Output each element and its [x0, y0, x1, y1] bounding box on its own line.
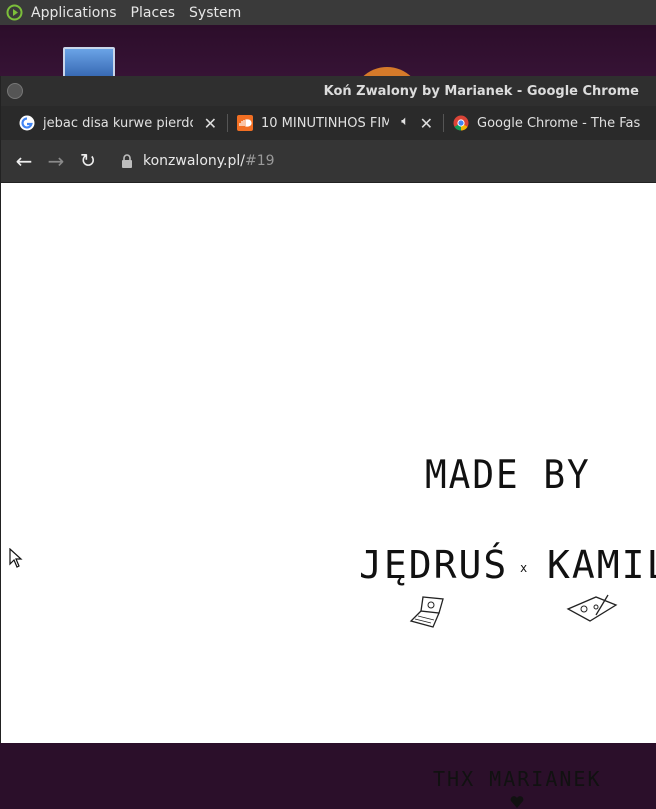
tab-separator — [227, 114, 228, 132]
tab-soundcloud[interactable]: 10 MINUTINHOS FIM D 🔈︎ ✕ — [237, 106, 441, 140]
author-name-right: KAMIL — [547, 543, 656, 587]
browser-toolbar: ← → ↻ konzwalony.pl/#19 — [1, 140, 656, 183]
tab-label: jebac disa kurwe pierdolo — [43, 115, 193, 131]
window-titlebar[interactable]: Koń Zwalony by Marianek - Google Chrome — [1, 76, 656, 106]
gnome-foot-icon[interactable] — [6, 4, 23, 21]
menu-places[interactable]: Places — [131, 5, 176, 21]
reload-icon[interactable]: ↻ — [77, 150, 99, 172]
mouse-pointer-icon — [9, 548, 23, 568]
page-content: MADE BY JĘDRUŚ x KAMIL THX MARIANEK — [1, 183, 656, 808]
tab-strip: jebac disa kurwe pierdolo ✕ 10 MINUTINHO… — [1, 106, 656, 140]
gamepad-sketch-icon — [566, 594, 618, 622]
menu-system[interactable]: System — [189, 5, 241, 21]
menu-applications[interactable]: Applications — [31, 5, 117, 21]
tab-label: Google Chrome - The Fas — [477, 115, 641, 131]
thanks-text: THX MARIANEK — [433, 767, 602, 791]
made-by-heading: MADE BY — [425, 452, 591, 499]
tab-chrome[interactable]: Google Chrome - The Fas — [453, 106, 656, 140]
tab-separator — [443, 114, 444, 132]
tab-jebac[interactable]: jebac disa kurwe pierdolo ✕ — [19, 106, 225, 140]
top-panel: Applications Places System — [0, 0, 656, 25]
url-hash: #19 — [245, 153, 275, 169]
window-title: Koń Zwalony by Marianek - Google Chrome — [323, 84, 639, 99]
address-bar[interactable]: konzwalony.pl/#19 — [113, 148, 656, 174]
url-domain: konzwalony.pl/ — [143, 153, 245, 169]
tab-close-icon[interactable]: ✕ — [420, 114, 433, 133]
tab-close-icon[interactable]: ✕ — [204, 114, 217, 133]
laptop-sketch-icon — [409, 596, 444, 628]
google-icon — [19, 115, 35, 131]
heart-icon — [510, 796, 524, 808]
chrome-icon — [453, 115, 469, 131]
chrome-window: Koń Zwalony by Marianek - Google Chrome … — [0, 76, 656, 808]
author-name-left: JĘDRUŚ — [359, 543, 509, 587]
speaker-icon[interactable]: 🔈︎ — [401, 114, 409, 129]
lock-icon — [122, 154, 132, 168]
back-arrow-icon[interactable]: ← — [13, 150, 35, 172]
window-close-icon[interactable] — [7, 83, 23, 99]
soundcloud-icon — [237, 115, 253, 131]
forward-arrow-icon[interactable]: → — [45, 150, 67, 172]
author-separator: x — [520, 561, 530, 575]
tab-label: 10 MINUTINHOS FIM D — [261, 115, 389, 131]
